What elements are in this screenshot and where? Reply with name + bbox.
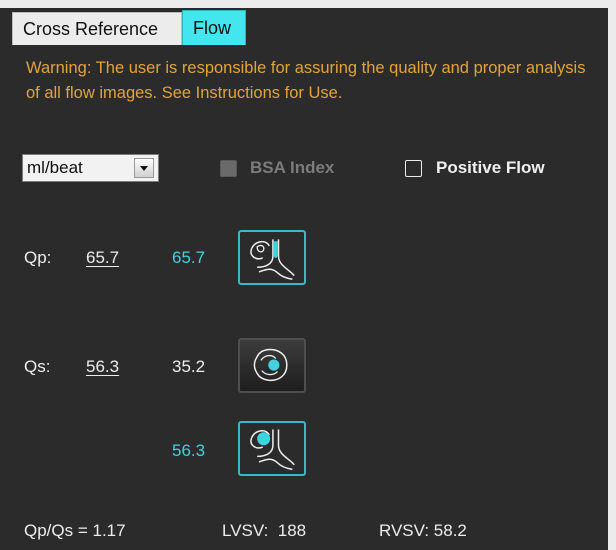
window-right-edge [608, 8, 616, 550]
window-top-edge [0, 0, 616, 8]
qs-value[interactable]: 56.3 [86, 357, 119, 377]
warning-message: Warning: The user is responsible for ass… [26, 59, 586, 102]
tab-cross-reference[interactable]: Cross Reference [12, 12, 182, 45]
qs-component-value-1: 35.2 [172, 357, 206, 376]
rvsv-value: RVSV: 58.2 [379, 521, 467, 540]
heart-flow-icon [253, 348, 288, 382]
units-select-value: ml/beat [27, 158, 83, 177]
bsa-index-label: BSA Index [250, 158, 335, 177]
qp-flow-button[interactable] [238, 230, 306, 285]
qp-label: Qp: [24, 248, 52, 267]
positive-flow-label: Positive Flow [436, 158, 545, 177]
qs-heart-flow-button[interactable] [238, 338, 306, 393]
qs-vessel-flow-button[interactable] [238, 421, 306, 476]
qp-qs-ratio: Qp/Qs = 1.17 [24, 521, 126, 540]
qp-component-value: 65.7 [172, 248, 206, 267]
qs-component-value-2: 56.3 [172, 441, 206, 460]
units-select[interactable]: ml/beat [22, 154, 159, 182]
bsa-index-checkbox[interactable] [220, 160, 237, 177]
chevron-down-icon[interactable] [134, 158, 154, 178]
pulmonary-flow-vessel-icon [250, 239, 295, 281]
positive-flow-checkbox[interactable] [405, 160, 422, 177]
qs-label: Qs: [24, 357, 51, 376]
tab-flow[interactable]: Flow [182, 10, 246, 45]
lvsv-value: LVSV: 188 [222, 521, 307, 540]
aortic-flow-vessel-icon [250, 429, 295, 471]
qp-value[interactable]: 65.7 [86, 248, 119, 268]
